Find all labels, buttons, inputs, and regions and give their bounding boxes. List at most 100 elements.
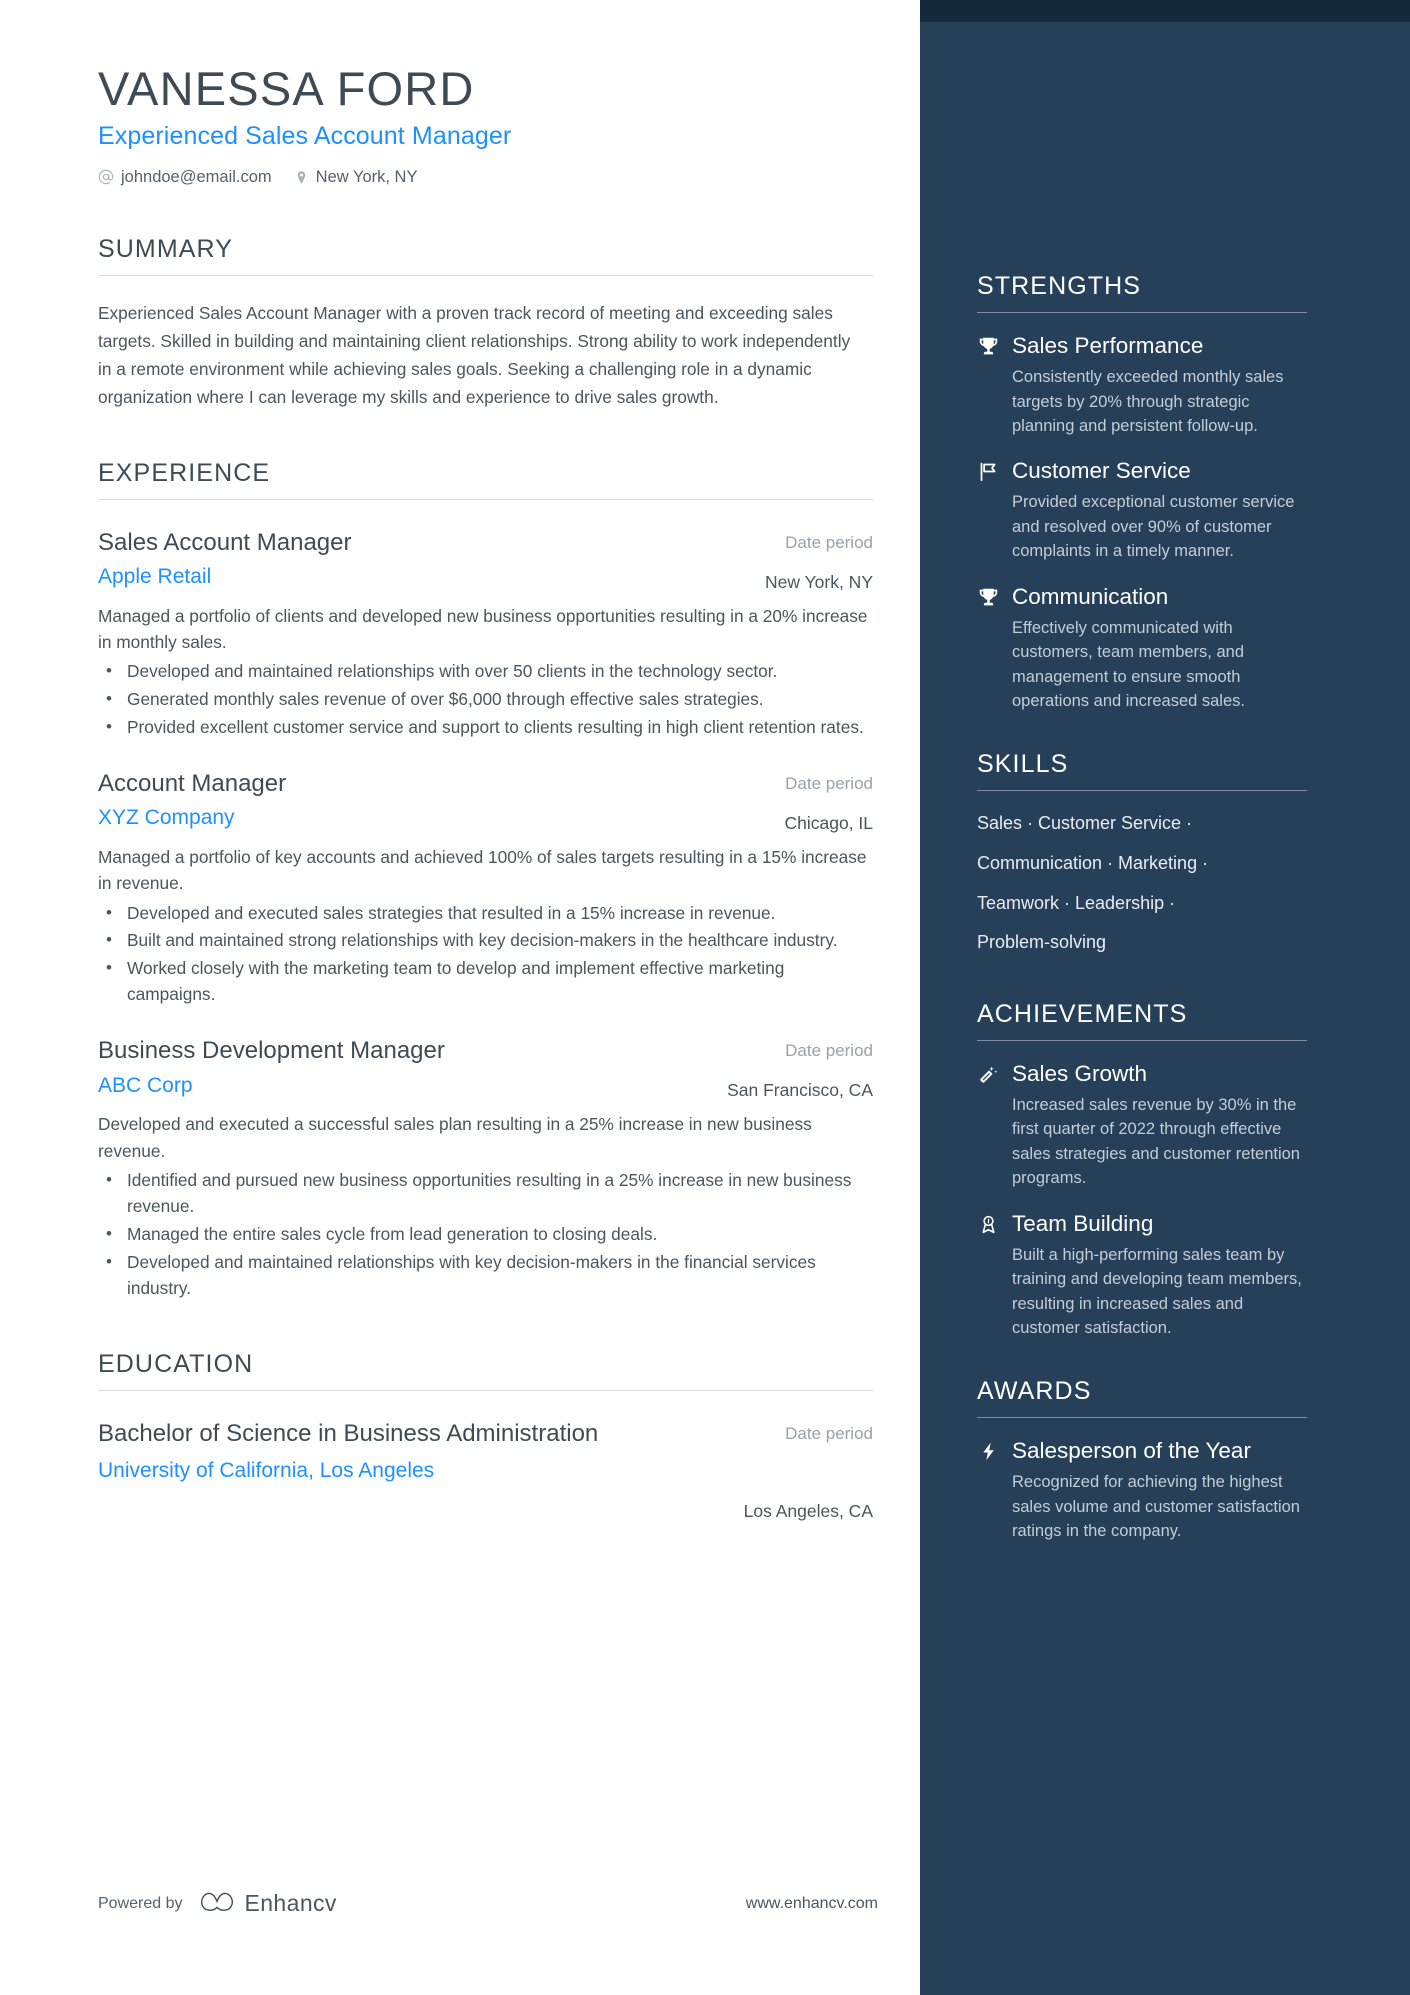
achievement-item: Sales Growth Increased sales revenue by … [977, 1060, 1362, 1191]
achievement-description: Built a high-performing sales team by tr… [1012, 1245, 1302, 1337]
experience-location: San Francisco, CA [727, 1080, 873, 1101]
education-location: Los Angeles, CA [743, 1500, 873, 1521]
strength-description: Effectively communicated with customers,… [1012, 618, 1245, 711]
flag-icon [977, 457, 999, 483]
strengths-title: STRENGTHS [977, 272, 1142, 300]
list-item: Built and maintained strong relationship… [98, 927, 873, 954]
experience-role: Sales Account Manager [98, 528, 352, 556]
summary-divider [98, 274, 873, 276]
experience-bullets: Developed and executed sales strategies … [98, 900, 873, 1009]
strength-item: Sales Performance Consistently exceeded … [977, 332, 1362, 438]
trophy-icon [977, 332, 999, 358]
education-divider [98, 1389, 873, 1391]
summary-title: SUMMARY [98, 234, 234, 263]
at-sign-icon [98, 169, 114, 185]
experience-divider [98, 498, 873, 500]
contact-email[interactable]: johndoe@email.com [98, 168, 272, 187]
experience-entry: Business Development Manager ABC Corp Da… [98, 1036, 873, 1301]
experience-role: Account Manager [98, 769, 287, 797]
experience-location: Chicago, IL [784, 812, 873, 833]
education-section: EDUCATION Bachelor of Science in Busines… [98, 1350, 873, 1522]
experience-section: EXPERIENCE Sales Account Manager Apple R… [98, 459, 873, 1302]
achievements-divider [977, 1039, 1307, 1041]
awards-section: AWARDS Salesperson of the Year Recognize… [977, 1377, 1362, 1543]
awards-divider [977, 1417, 1307, 1419]
list-item: Provided excellent customer service and … [98, 714, 873, 741]
list-item: Identified and pursued new business oppo… [98, 1167, 873, 1220]
skills-section: SKILLS Sales · Customer Service · Commun… [977, 750, 1362, 962]
sidebar: STRENGTHS Sales Performance Consistently… [920, 0, 1410, 1995]
experience-date: Date period [785, 532, 873, 552]
strength-description: Provided exceptional customer service an… [1012, 493, 1295, 561]
candidate-job-title: Experienced Sales Account Manager [98, 121, 512, 150]
skills-line: Teamwork · Leadership · [977, 892, 1176, 913]
experience-location: New York, NY [765, 571, 873, 592]
brand-name: Enhancv [244, 1890, 337, 1916]
award-item: Salesperson of the Year Recognized for a… [977, 1437, 1362, 1543]
enhancv-logo-icon [200, 1890, 234, 1917]
footer-url[interactable]: www.enhancv.com [746, 1895, 878, 1913]
list-item: Managed the entire sales cycle from lead… [98, 1221, 873, 1248]
experience-bullets: Developed and maintained relationships w… [98, 658, 873, 741]
strength-description: Consistently exceeded monthly sales targ… [1012, 368, 1284, 435]
strength-title: Customer Service [1012, 458, 1191, 484]
brand-logo[interactable]: Enhancv [200, 1890, 337, 1917]
skills-divider [977, 790, 1307, 792]
achievement-title: Sales Growth [1012, 1060, 1148, 1086]
education-degree: Bachelor of Science in Business Administ… [98, 1419, 599, 1447]
experience-date: Date period [785, 773, 873, 793]
skills-title: SKILLS [977, 750, 1069, 779]
strength-item: Customer Service Provided exceptional cu… [977, 457, 1362, 563]
lightning-bolt-icon [977, 1437, 999, 1463]
list-item: Generated monthly sales revenue of over … [98, 686, 873, 713]
education-entry: Bachelor of Science in Business Administ… [98, 1419, 873, 1522]
experience-description: Developed and executed a successful sale… [98, 1114, 812, 1161]
candidate-name: VANESSA FORD [98, 62, 475, 115]
skills-line: Sales · Customer Service · [977, 813, 1193, 834]
experience-organization[interactable]: ABC Corp [98, 1073, 670, 1099]
experience-organization[interactable]: Apple Retail [98, 564, 670, 590]
strength-item: Communication Effectively communicated w… [977, 583, 1362, 714]
resume-header: VANESSA FORD Experienced Sales Account M… [98, 62, 920, 187]
powered-by-label: Powered by [98, 1894, 183, 1912]
achievements-title: ACHIEVEMENTS [977, 999, 1188, 1028]
experience-role: Business Development Manager [98, 1037, 445, 1065]
list-item: Worked closely with the marketing team t… [98, 955, 873, 1008]
education-school[interactable]: University of California, Los Angeles [98, 1459, 670, 1483]
skills-line: Problem-solving [977, 932, 1107, 953]
experience-date: Date period [785, 1041, 873, 1061]
awards-title: AWARDS [977, 1377, 1092, 1406]
contact-email-text: johndoe@email.com [121, 167, 272, 186]
skills-list: Sales · Customer Service · Communication… [977, 804, 1307, 962]
award-description: Recognized for achieving the highest sal… [1012, 1473, 1300, 1541]
experience-description: Managed a portfolio of clients and devel… [98, 605, 868, 652]
contact-location-text: New York, NY [315, 167, 418, 186]
achievement-title: Team Building [1012, 1210, 1154, 1236]
strengths-divider [977, 312, 1307, 313]
list-item: Developed and executed sales strategies … [98, 900, 873, 927]
resume-page: STRENGTHS Sales Performance Consistently… [0, 0, 1410, 1995]
contact-row: johndoe@email.com New York, NY [98, 168, 920, 187]
list-item: Developed and maintained relationships w… [98, 1249, 873, 1302]
award-title: Salesperson of the Year [1012, 1438, 1251, 1464]
strength-title: Sales Performance [1012, 333, 1204, 358]
map-pin-icon [294, 170, 309, 185]
education-date: Date period [785, 1423, 873, 1443]
experience-bullets: Identified and pursued new business oppo… [98, 1167, 873, 1302]
achievement-description: Increased sales revenue by 30% in the fi… [1012, 1095, 1300, 1188]
experience-entry: Account Manager XYZ Company Date period … [98, 769, 873, 1008]
magic-wand-icon [977, 1060, 999, 1086]
experience-entry: Sales Account Manager Apple Retail Date … [98, 528, 873, 741]
experience-description: Managed a portfolio of key accounts and … [98, 846, 867, 894]
footer: Powered by Enhancv www.enhancv.com [98, 1890, 878, 1917]
achievement-item: Team Building Built a high-performing sa… [977, 1210, 1362, 1341]
education-title: EDUCATION [98, 1349, 254, 1378]
contact-location: New York, NY [294, 167, 418, 187]
strength-title: Communication [1012, 583, 1169, 609]
summary-text: Experienced Sales Account Manager with a… [98, 302, 851, 407]
experience-organization[interactable]: XYZ Company [98, 805, 670, 831]
summary-section: SUMMARY Experienced Sales Account Manage… [98, 235, 873, 411]
strengths-section: STRENGTHS Sales Performance Consistently… [977, 272, 1362, 713]
award-ribbon-icon [977, 1210, 999, 1236]
main-column: VANESSA FORD Experienced Sales Account M… [0, 0, 920, 1522]
